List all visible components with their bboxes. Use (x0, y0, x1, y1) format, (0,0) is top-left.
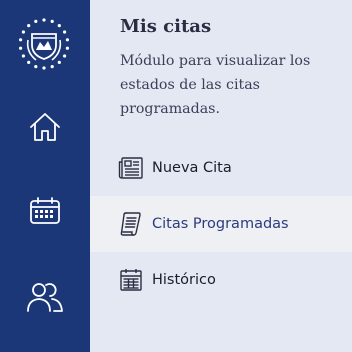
side-rail (0, 0, 90, 352)
menu-item-nueva-cita[interactable]: Nueva Cita (90, 140, 352, 196)
national-emblem-icon (14, 14, 74, 74)
app-frame: Mis citas Módulo para visualizar los est… (0, 0, 352, 352)
page-title: Mis citas (120, 16, 212, 37)
scroll-document-icon (118, 211, 144, 237)
menu-item-label: Histórico (152, 272, 216, 288)
menu-item-label: Citas Programadas (152, 216, 289, 232)
content-panel: Mis citas Módulo para visualizar los est… (90, 0, 352, 352)
rail-users-button[interactable] (0, 271, 90, 327)
menu-item-historico[interactable]: Histórico (90, 252, 352, 308)
users-icon (26, 279, 64, 319)
calendar-icon (28, 194, 62, 232)
page-description: Módulo para visualizar los estados de la… (120, 53, 311, 117)
menu-item-citas-programadas[interactable]: Citas Programadas (90, 196, 352, 252)
menu-item-label: Nueva Cita (152, 160, 232, 176)
rail-home-button[interactable] (0, 101, 90, 157)
rail-calendar-button[interactable] (0, 185, 90, 241)
newspaper-icon (118, 155, 144, 181)
calendar-grid-icon (118, 267, 144, 293)
home-icon (28, 110, 62, 148)
